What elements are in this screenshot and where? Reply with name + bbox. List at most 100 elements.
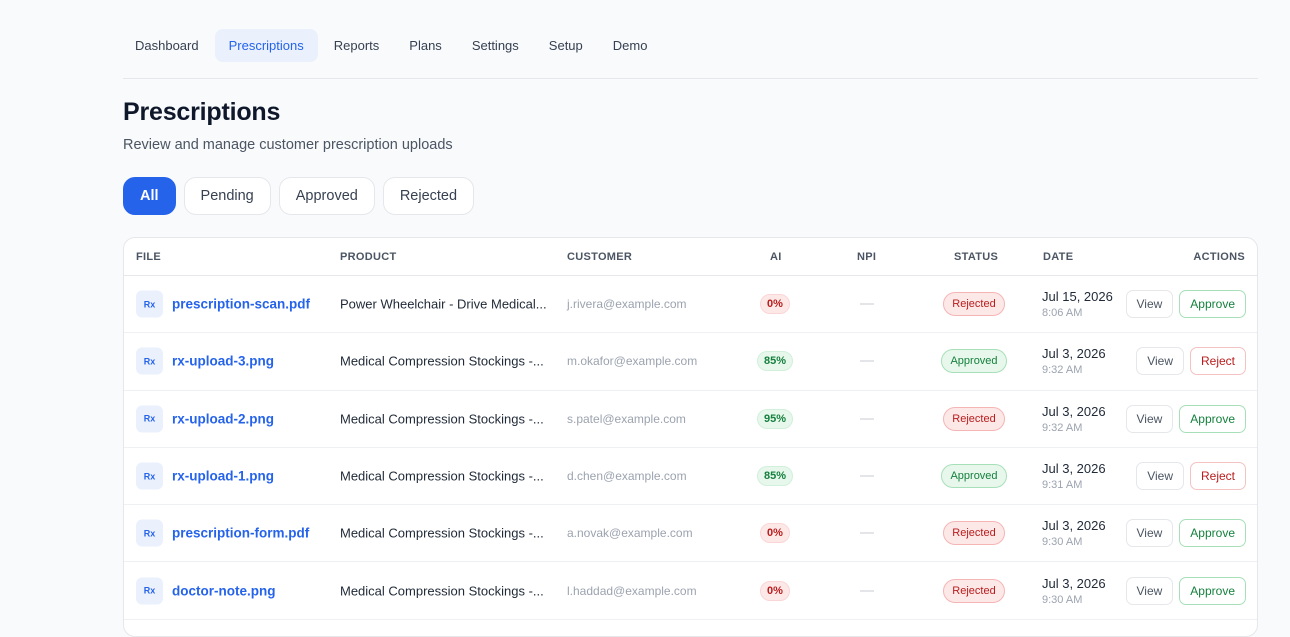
date-cell: Jul 15, 2026 8:06 AM [1042, 289, 1113, 319]
file-link[interactable]: rx-upload-2.png [172, 411, 274, 426]
rx-file-icon: Rx [136, 347, 163, 375]
column-header-file: FILE [136, 251, 162, 263]
approve-button[interactable]: Approve [1179, 576, 1246, 605]
npi-empty-dash [860, 475, 874, 477]
file-link[interactable]: rx-upload-1.png [172, 469, 274, 484]
table-row: Rx prescription-scan.pdf Power Wheelchair … [124, 276, 1257, 334]
status-badge: Rejected [943, 406, 1005, 431]
upload-time: 9:32 AM [1042, 364, 1083, 377]
page-subtitle: Review and manage customer prescription … [123, 137, 453, 153]
filter-approved-button[interactable]: Approved [278, 177, 375, 215]
row-actions: View Reject [1136, 462, 1246, 491]
file-link[interactable]: rx-upload-3.png [172, 354, 274, 369]
approve-button[interactable]: Approve [1179, 519, 1246, 548]
date-cell: Jul 3, 2026 9:32 AM [1042, 346, 1106, 376]
customer-email: l.haddad@example.com [567, 583, 697, 598]
ai-score-badge: 0% [760, 523, 790, 544]
nav-item-dashboard[interactable]: Dashboard [121, 29, 213, 62]
column-header-date: DATE [1043, 251, 1074, 263]
status-badge: Rejected [943, 521, 1005, 546]
view-button[interactable]: View [1125, 404, 1174, 433]
nav-item-demo[interactable]: Demo [599, 29, 662, 62]
reject-button[interactable]: Reject [1189, 462, 1246, 491]
upload-time: 9:32 AM [1042, 421, 1083, 434]
upload-date: Jul 3, 2026 [1042, 461, 1106, 477]
upload-time: 9:31 AM [1042, 479, 1083, 492]
filter-all-button[interactable]: All [123, 177, 176, 215]
row-actions: View Approve [1125, 404, 1246, 433]
product-name: Medical Compression Stockings -... [340, 353, 544, 369]
customer-email: a.novak@example.com [567, 526, 693, 541]
date-cell: Jul 3, 2026 9:31 AM [1042, 461, 1106, 491]
customer-email: m.okafor@example.com [567, 354, 698, 369]
view-button[interactable]: View [1136, 462, 1184, 491]
column-header-status: STATUS [954, 251, 999, 263]
status-filter-group: All Pending Approved Rejected [123, 177, 1258, 215]
product-name: Medical Compression Stockings -... [340, 583, 544, 599]
table-header: FILE PRODUCT CUSTOMER AI NPI STATUS DATE… [124, 238, 1257, 276]
column-header-npi: NPI [857, 251, 877, 263]
upload-time: 9:30 AM [1042, 593, 1083, 606]
nav-item-settings[interactable]: Settings [458, 29, 533, 62]
view-button[interactable]: View [1125, 576, 1174, 605]
upload-time: 9:30 AM [1042, 536, 1083, 549]
nav-item-plans[interactable]: Plans [395, 29, 456, 62]
column-header-actions: ACTIONS [1193, 251, 1245, 263]
table-row: Rx rx-upload-2.png Medical Compression Sto… [124, 391, 1257, 448]
nav-item-prescriptions[interactable]: Prescriptions [214, 28, 318, 62]
upload-date: Jul 15, 2026 [1042, 289, 1113, 305]
date-cell: Jul 3, 2026 9:30 AM [1042, 518, 1106, 548]
row-actions: View Approve [1125, 576, 1246, 605]
page-title: Prescriptions [123, 98, 281, 126]
upload-date: Jul 3, 2026 [1042, 403, 1106, 419]
reject-button[interactable]: Reject [1189, 347, 1246, 376]
status-badge: Approved [941, 349, 1007, 374]
product-name: Medical Compression Stockings -... [340, 525, 544, 541]
rx-file-icon: Rx [136, 519, 163, 547]
rx-file-icon: Rx [136, 405, 163, 433]
table-row: Rx prescription-form.pdf Medical Compressi… [124, 505, 1257, 563]
table-row: Rx rx-upload-1.png Medical Compression Sto… [124, 448, 1257, 506]
file-link[interactable]: prescription-scan.pdf [172, 297, 310, 312]
npi-empty-dash [860, 590, 874, 592]
row-actions: View Reject [1136, 347, 1246, 376]
npi-empty-dash [860, 532, 874, 534]
product-name: Medical Compression Stockings -... [340, 468, 544, 484]
upload-date: Jul 3, 2026 [1042, 575, 1106, 591]
page-container: Dashboard Prescriptions Reports Plans Settin… [121, 28, 1258, 637]
status-badge: Rejected [943, 292, 1005, 317]
nav-item-reports[interactable]: Reports [320, 29, 394, 62]
column-header-product: PRODUCT [340, 251, 397, 263]
column-header-ai: AI [770, 251, 782, 263]
approve-button[interactable]: Approve [1179, 404, 1246, 433]
view-button[interactable]: View [1125, 519, 1174, 548]
approve-button[interactable]: Approve [1179, 290, 1246, 319]
file-link[interactable]: prescription-form.pdf [172, 526, 309, 541]
rx-file-icon: Rx [136, 290, 163, 318]
nav-item-setup[interactable]: Setup [535, 29, 597, 62]
ai-score-badge: 85% [756, 466, 794, 487]
product-name: Power Wheelchair - Drive Medical... [340, 296, 547, 312]
npi-empty-dash [860, 360, 874, 362]
row-actions: View Approve [1125, 290, 1246, 319]
filter-rejected-button[interactable]: Rejected [382, 177, 475, 215]
prescriptions-table: FILE PRODUCT CUSTOMER AI NPI STATUS DATE… [123, 237, 1258, 637]
view-button[interactable]: View [1125, 290, 1174, 319]
date-cell: Jul 3, 2026 9:32 AM [1042, 404, 1106, 434]
ai-score-badge: 85% [756, 351, 794, 372]
table-body: Rx prescription-scan.pdf Power Wheelchair … [124, 276, 1257, 620]
status-badge: Rejected [943, 578, 1005, 603]
date-cell: Jul 3, 2026 9:30 AM [1042, 576, 1106, 606]
file-link[interactable]: doctor-note.png [172, 583, 275, 598]
nav-divider [123, 78, 1258, 79]
filter-pending-button[interactable]: Pending [183, 177, 271, 215]
rx-file-icon: Rx [136, 462, 163, 490]
ai-score-badge: 0% [760, 580, 790, 601]
table-row: Rx doctor-note.png Medical Compression Sto… [124, 562, 1257, 620]
customer-email: d.chen@example.com [567, 469, 687, 484]
rx-file-icon: Rx [136, 577, 163, 605]
upload-date: Jul 3, 2026 [1042, 346, 1106, 362]
view-button[interactable]: View [1136, 347, 1184, 376]
npi-empty-dash [860, 418, 874, 420]
upload-date: Jul 3, 2026 [1042, 518, 1106, 534]
